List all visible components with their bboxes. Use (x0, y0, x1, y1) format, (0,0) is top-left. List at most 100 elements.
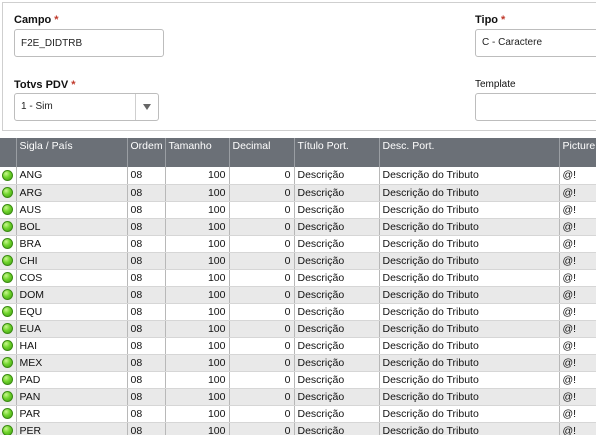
titulo-cell[interactable]: Descrição (294, 218, 380, 236)
picture-cell[interactable]: @! (559, 371, 596, 389)
desc-cell[interactable]: Descrição do Tributo (379, 337, 560, 355)
picture-cell[interactable]: @! (559, 337, 596, 355)
sigla-cell[interactable]: EUA (16, 320, 128, 338)
table-row[interactable]: HAI 08 100 0 Descrição Descrição do Tributo @! (0, 337, 596, 355)
sigla-cell[interactable]: ANG (16, 167, 128, 185)
table-row[interactable]: MEX 08 100 0 Descrição Descrição do Tributo @! (0, 354, 596, 372)
decimal-cell[interactable]: 0 (229, 201, 295, 219)
table-row[interactable]: BOL 08 100 0 Descrição Descrição do Tributo @! (0, 218, 596, 236)
table-row[interactable]: COS 08 100 0 Descrição Descrição do Tributo @! (0, 269, 596, 287)
tamanho-cell[interactable]: 100 (165, 286, 230, 304)
template-select[interactable] (475, 93, 596, 121)
titulo-cell[interactable]: Descrição (294, 303, 380, 321)
picture-cell[interactable]: @! (559, 286, 596, 304)
chevron-down-icon[interactable] (135, 94, 158, 120)
ordem-cell[interactable]: 08 (127, 286, 166, 304)
picture-cell[interactable]: @! (559, 354, 596, 372)
ordem-cell[interactable]: 08 (127, 388, 166, 406)
table-row[interactable]: PAD 08 100 0 Descrição Descrição do Tributo @! (0, 371, 596, 389)
totvs-pdv-select[interactable]: 1 - Sim (14, 93, 159, 121)
ordem-cell[interactable]: 08 (127, 354, 166, 372)
table-row[interactable]: PER 08 100 0 Descrição Descrição do Tributo @! (0, 422, 596, 435)
desc-cell[interactable]: Descrição do Tributo (379, 184, 560, 202)
tamanho-cell[interactable]: 100 (165, 388, 230, 406)
table-row[interactable]: BRA 08 100 0 Descrição Descrição do Tributo @! (0, 235, 596, 253)
ordem-cell[interactable]: 08 (127, 218, 166, 236)
titulo-cell[interactable]: Descrição (294, 388, 380, 406)
tamanho-cell[interactable]: 100 (165, 303, 230, 321)
decimal-cell[interactable]: 0 (229, 235, 295, 253)
ordem-cell[interactable]: 08 (127, 184, 166, 202)
decimal-cell[interactable]: 0 (229, 388, 295, 406)
table-row[interactable]: ANG 08 100 0 Descrição Descrição do Tributo @! (0, 167, 596, 185)
ordem-cell[interactable]: 08 (127, 405, 166, 423)
picture-cell[interactable]: @! (559, 235, 596, 253)
ordem-cell[interactable]: 08 (127, 320, 166, 338)
tamanho-cell[interactable]: 100 (165, 167, 230, 185)
sigla-cell[interactable]: MEX (16, 354, 128, 372)
desc-cell[interactable]: Descrição do Tributo (379, 388, 560, 406)
desc-cell[interactable]: Descrição do Tributo (379, 286, 560, 304)
decimal-cell[interactable]: 0 (229, 269, 295, 287)
picture-cell[interactable]: @! (559, 388, 596, 406)
desc-cell[interactable]: Descrição do Tributo (379, 320, 560, 338)
titulo-cell[interactable]: Descrição (294, 405, 380, 423)
picture-cell[interactable]: @! (559, 269, 596, 287)
sigla-cell[interactable]: ARG (16, 184, 128, 202)
sigla-cell[interactable]: COS (16, 269, 128, 287)
titulo-cell[interactable]: Descrição (294, 371, 380, 389)
sigla-cell[interactable]: PAD (16, 371, 128, 389)
desc-cell[interactable]: Descrição do Tributo (379, 422, 560, 435)
ordem-cell[interactable]: 08 (127, 422, 166, 435)
titulo-cell[interactable]: Descrição (294, 235, 380, 253)
table-row[interactable]: ARG 08 100 0 Descrição Descrição do Tributo @! (0, 184, 596, 202)
decimal-cell[interactable]: 0 (229, 405, 295, 423)
sigla-cell[interactable]: BOL (16, 218, 128, 236)
column-header-decimal[interactable]: Decimal (229, 138, 295, 167)
table-row[interactable]: EQU 08 100 0 Descrição Descrição do Tributo @! (0, 303, 596, 321)
desc-cell[interactable]: Descrição do Tributo (379, 252, 560, 270)
decimal-cell[interactable]: 0 (229, 167, 295, 185)
titulo-cell[interactable]: Descrição (294, 252, 380, 270)
titulo-cell[interactable]: Descrição (294, 269, 380, 287)
picture-cell[interactable]: @! (559, 252, 596, 270)
desc-cell[interactable]: Descrição do Tributo (379, 371, 560, 389)
decimal-cell[interactable]: 0 (229, 184, 295, 202)
table-row[interactable]: DOM 08 100 0 Descrição Descrição do Tributo @! (0, 286, 596, 304)
tamanho-cell[interactable]: 100 (165, 320, 230, 338)
titulo-cell[interactable]: Descrição (294, 354, 380, 372)
table-row[interactable]: AUS 08 100 0 Descrição Descrição do Tributo @! (0, 201, 596, 219)
decimal-cell[interactable]: 0 (229, 252, 295, 270)
desc-cell[interactable]: Descrição do Tributo (379, 269, 560, 287)
ordem-cell[interactable]: 08 (127, 167, 166, 185)
desc-cell[interactable]: Descrição do Tributo (379, 235, 560, 253)
picture-cell[interactable]: @! (559, 422, 596, 435)
column-header-desc[interactable]: Desc. Port. (379, 138, 560, 167)
titulo-cell[interactable]: Descrição (294, 184, 380, 202)
titulo-cell[interactable]: Descrição (294, 337, 380, 355)
desc-cell[interactable]: Descrição do Tributo (379, 218, 560, 236)
picture-cell[interactable]: @! (559, 184, 596, 202)
tamanho-cell[interactable]: 100 (165, 422, 230, 435)
sigla-cell[interactable]: PAR (16, 405, 128, 423)
picture-cell[interactable]: @! (559, 303, 596, 321)
ordem-cell[interactable]: 08 (127, 235, 166, 253)
campo-input[interactable] (14, 29, 164, 57)
decimal-cell[interactable]: 0 (229, 422, 295, 435)
titulo-cell[interactable]: Descrição (294, 201, 380, 219)
sigla-cell[interactable]: PER (16, 422, 128, 435)
picture-cell[interactable]: @! (559, 218, 596, 236)
picture-cell[interactable]: @! (559, 201, 596, 219)
tamanho-cell[interactable]: 100 (165, 218, 230, 236)
tamanho-cell[interactable]: 100 (165, 252, 230, 270)
decimal-cell[interactable]: 0 (229, 303, 295, 321)
column-header-picture[interactable]: Picture (559, 138, 596, 167)
picture-cell[interactable]: @! (559, 167, 596, 185)
sigla-cell[interactable]: DOM (16, 286, 128, 304)
titulo-cell[interactable]: Descrição (294, 286, 380, 304)
tamanho-cell[interactable]: 100 (165, 354, 230, 372)
column-header-tamanho[interactable]: Tamanho (165, 138, 230, 167)
sigla-cell[interactable]: PAN (16, 388, 128, 406)
desc-cell[interactable]: Descrição do Tributo (379, 354, 560, 372)
desc-cell[interactable]: Descrição do Tributo (379, 167, 560, 185)
